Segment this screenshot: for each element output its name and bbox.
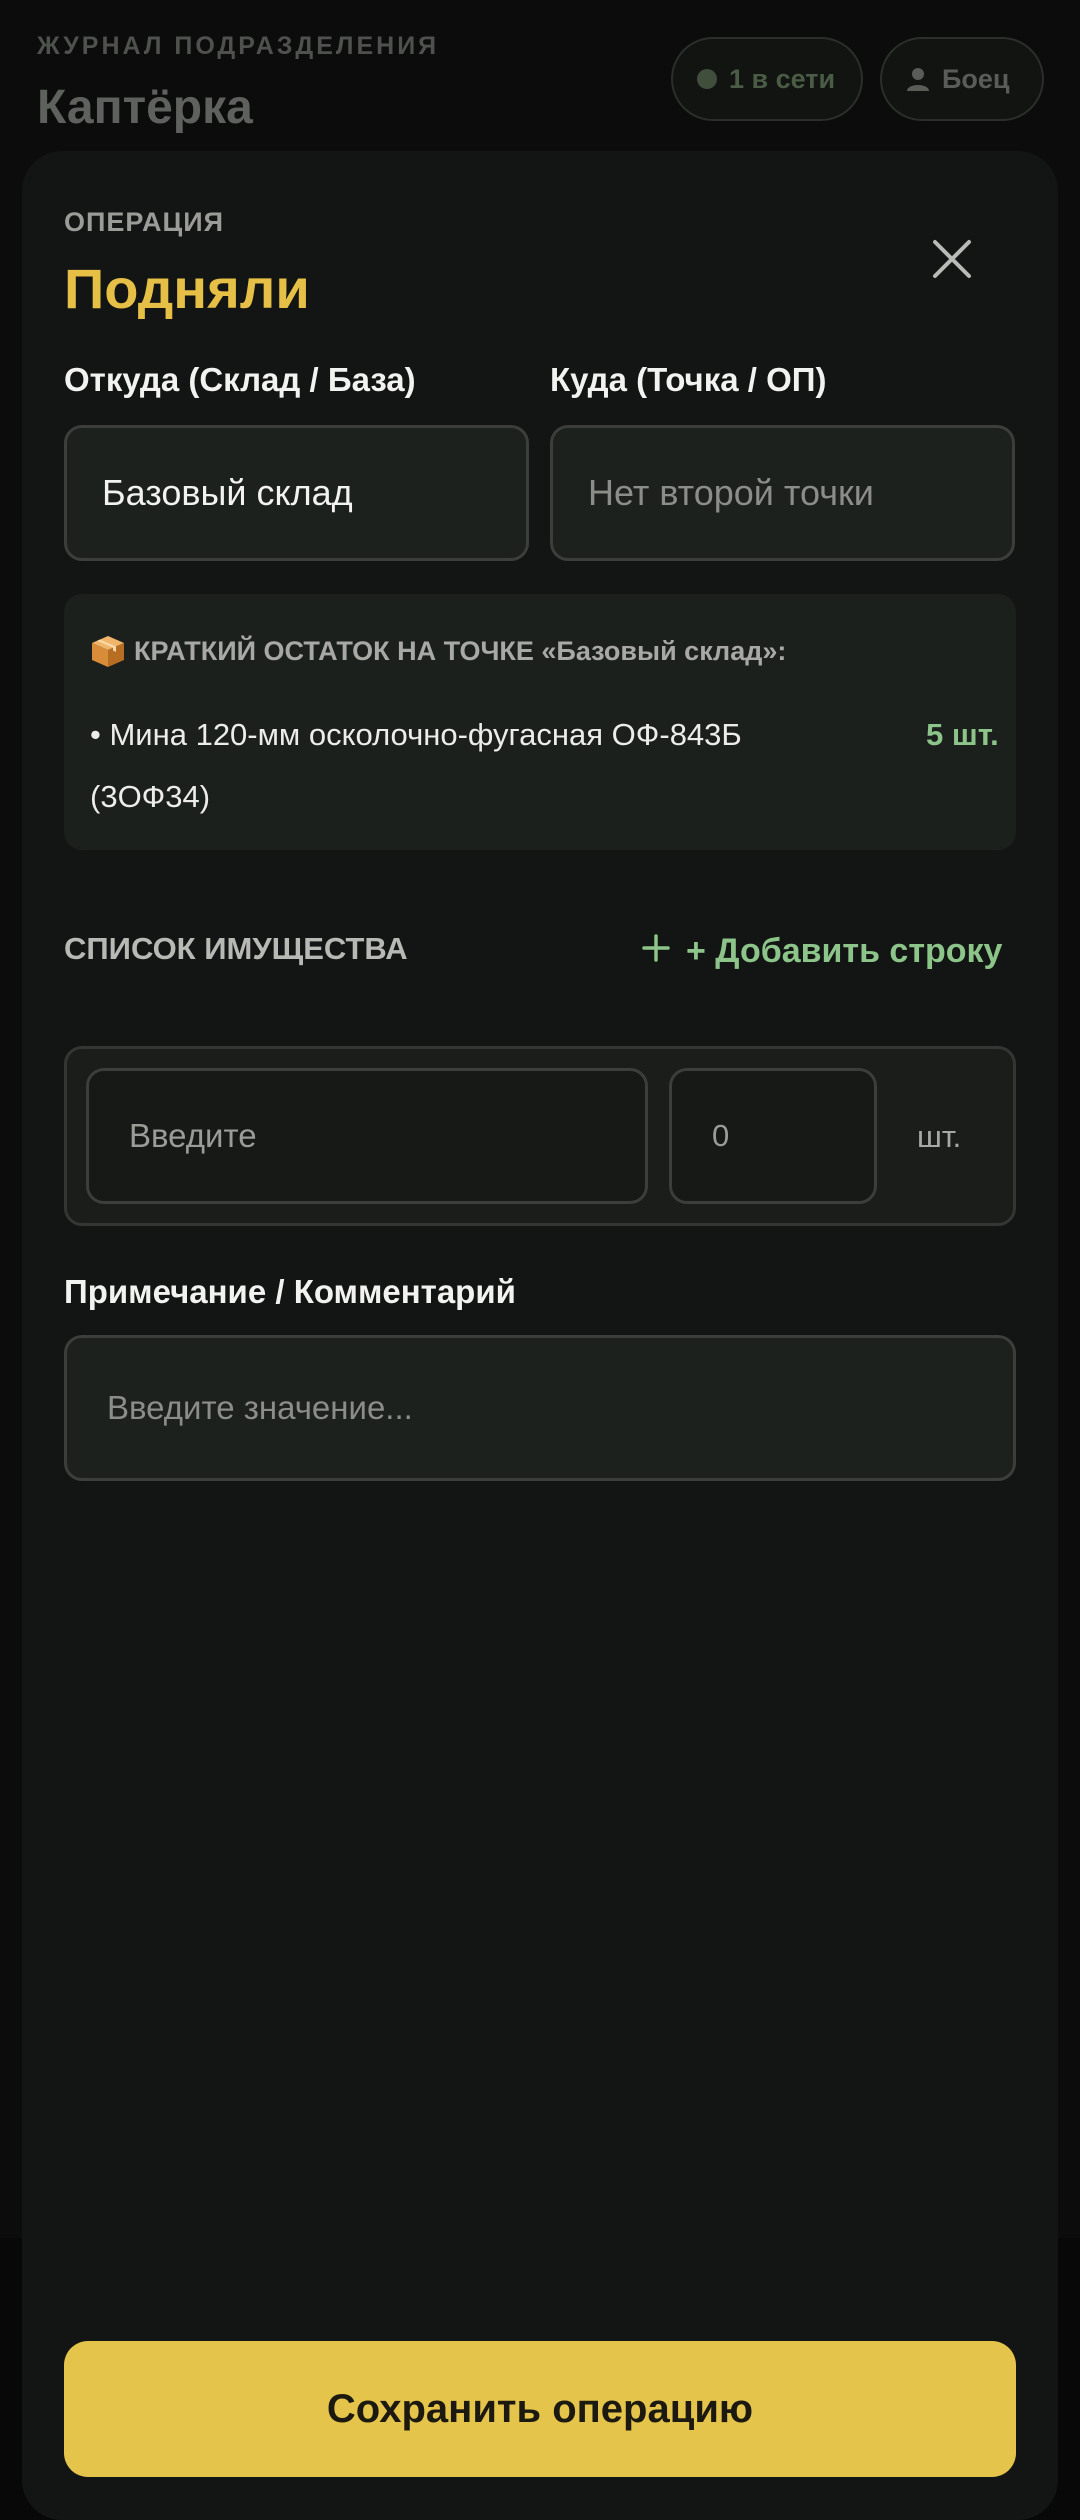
close-button[interactable] [922,231,982,291]
operation-sheet: ОПЕРАЦИЯ Подняли Откуда (Склад / База) К… [22,151,1058,2520]
to-select[interactable]: Нет второй точки [550,425,1015,561]
stock-item-name: • Мина 120-мм осколочно-фугасная ОФ-843Б… [90,717,742,814]
user-icon [906,66,930,92]
stock-item-qty: 5 шт. [926,717,999,752]
to-label: Куда (Точка / ОП) [550,361,827,398]
item-unit: шт. [917,1119,962,1154]
stock-heading-row: КРАТКИЙ ОСТАТОК НА ТОЧКЕ «Базовый склад»… [90,634,786,668]
stock-heading: КРАТКИЙ ОСТАТОК НА ТОЧКЕ «Базовый склад»… [134,635,787,666]
save-operation-button[interactable]: Сохранить операцию [64,2341,1016,2477]
item-row: Введите 0 шт. [64,1046,1016,1226]
app-header: ЖУРНАЛ ПОДРАЗДЕЛЕНИЯ Каптёрка 1 в сети Б… [0,0,1080,150]
app-subtitle: ЖУРНАЛ ПОДРАЗДЕЛЕНИЯ [37,32,440,60]
package-icon [90,634,126,668]
operation-label: ОПЕРАЦИЯ [64,207,225,237]
from-select[interactable]: Базовый склад [64,425,529,561]
add-row-label: + Добавить строку [686,931,1003,970]
status-dot-icon [697,69,717,89]
stock-summary: КРАТКИЙ ОСТАТОК НА ТОЧКЕ «Базовый склад»… [64,594,1016,850]
plus-icon [642,932,670,971]
user-label: Боец [942,63,1010,94]
item-name-input[interactable]: Введите [86,1068,648,1204]
close-icon [932,239,972,284]
items-list-label: СПИСОК ИМУЩЕСТВА [64,931,408,966]
operation-title: Подняли [64,257,310,320]
app-title: Каптёрка [37,81,253,134]
online-status-badge[interactable]: 1 в сети [671,37,863,121]
from-label: Откуда (Склад / База) [64,361,416,398]
user-button[interactable]: Боец [880,37,1044,121]
item-qty-input[interactable]: 0 [669,1068,877,1204]
note-input[interactable]: Введите значение... [64,1335,1016,1481]
online-count: 1 в сети [729,63,836,94]
note-label: Примечание / Комментарий [64,1273,516,1310]
add-row-button[interactable]: + Добавить строку [642,916,1002,986]
